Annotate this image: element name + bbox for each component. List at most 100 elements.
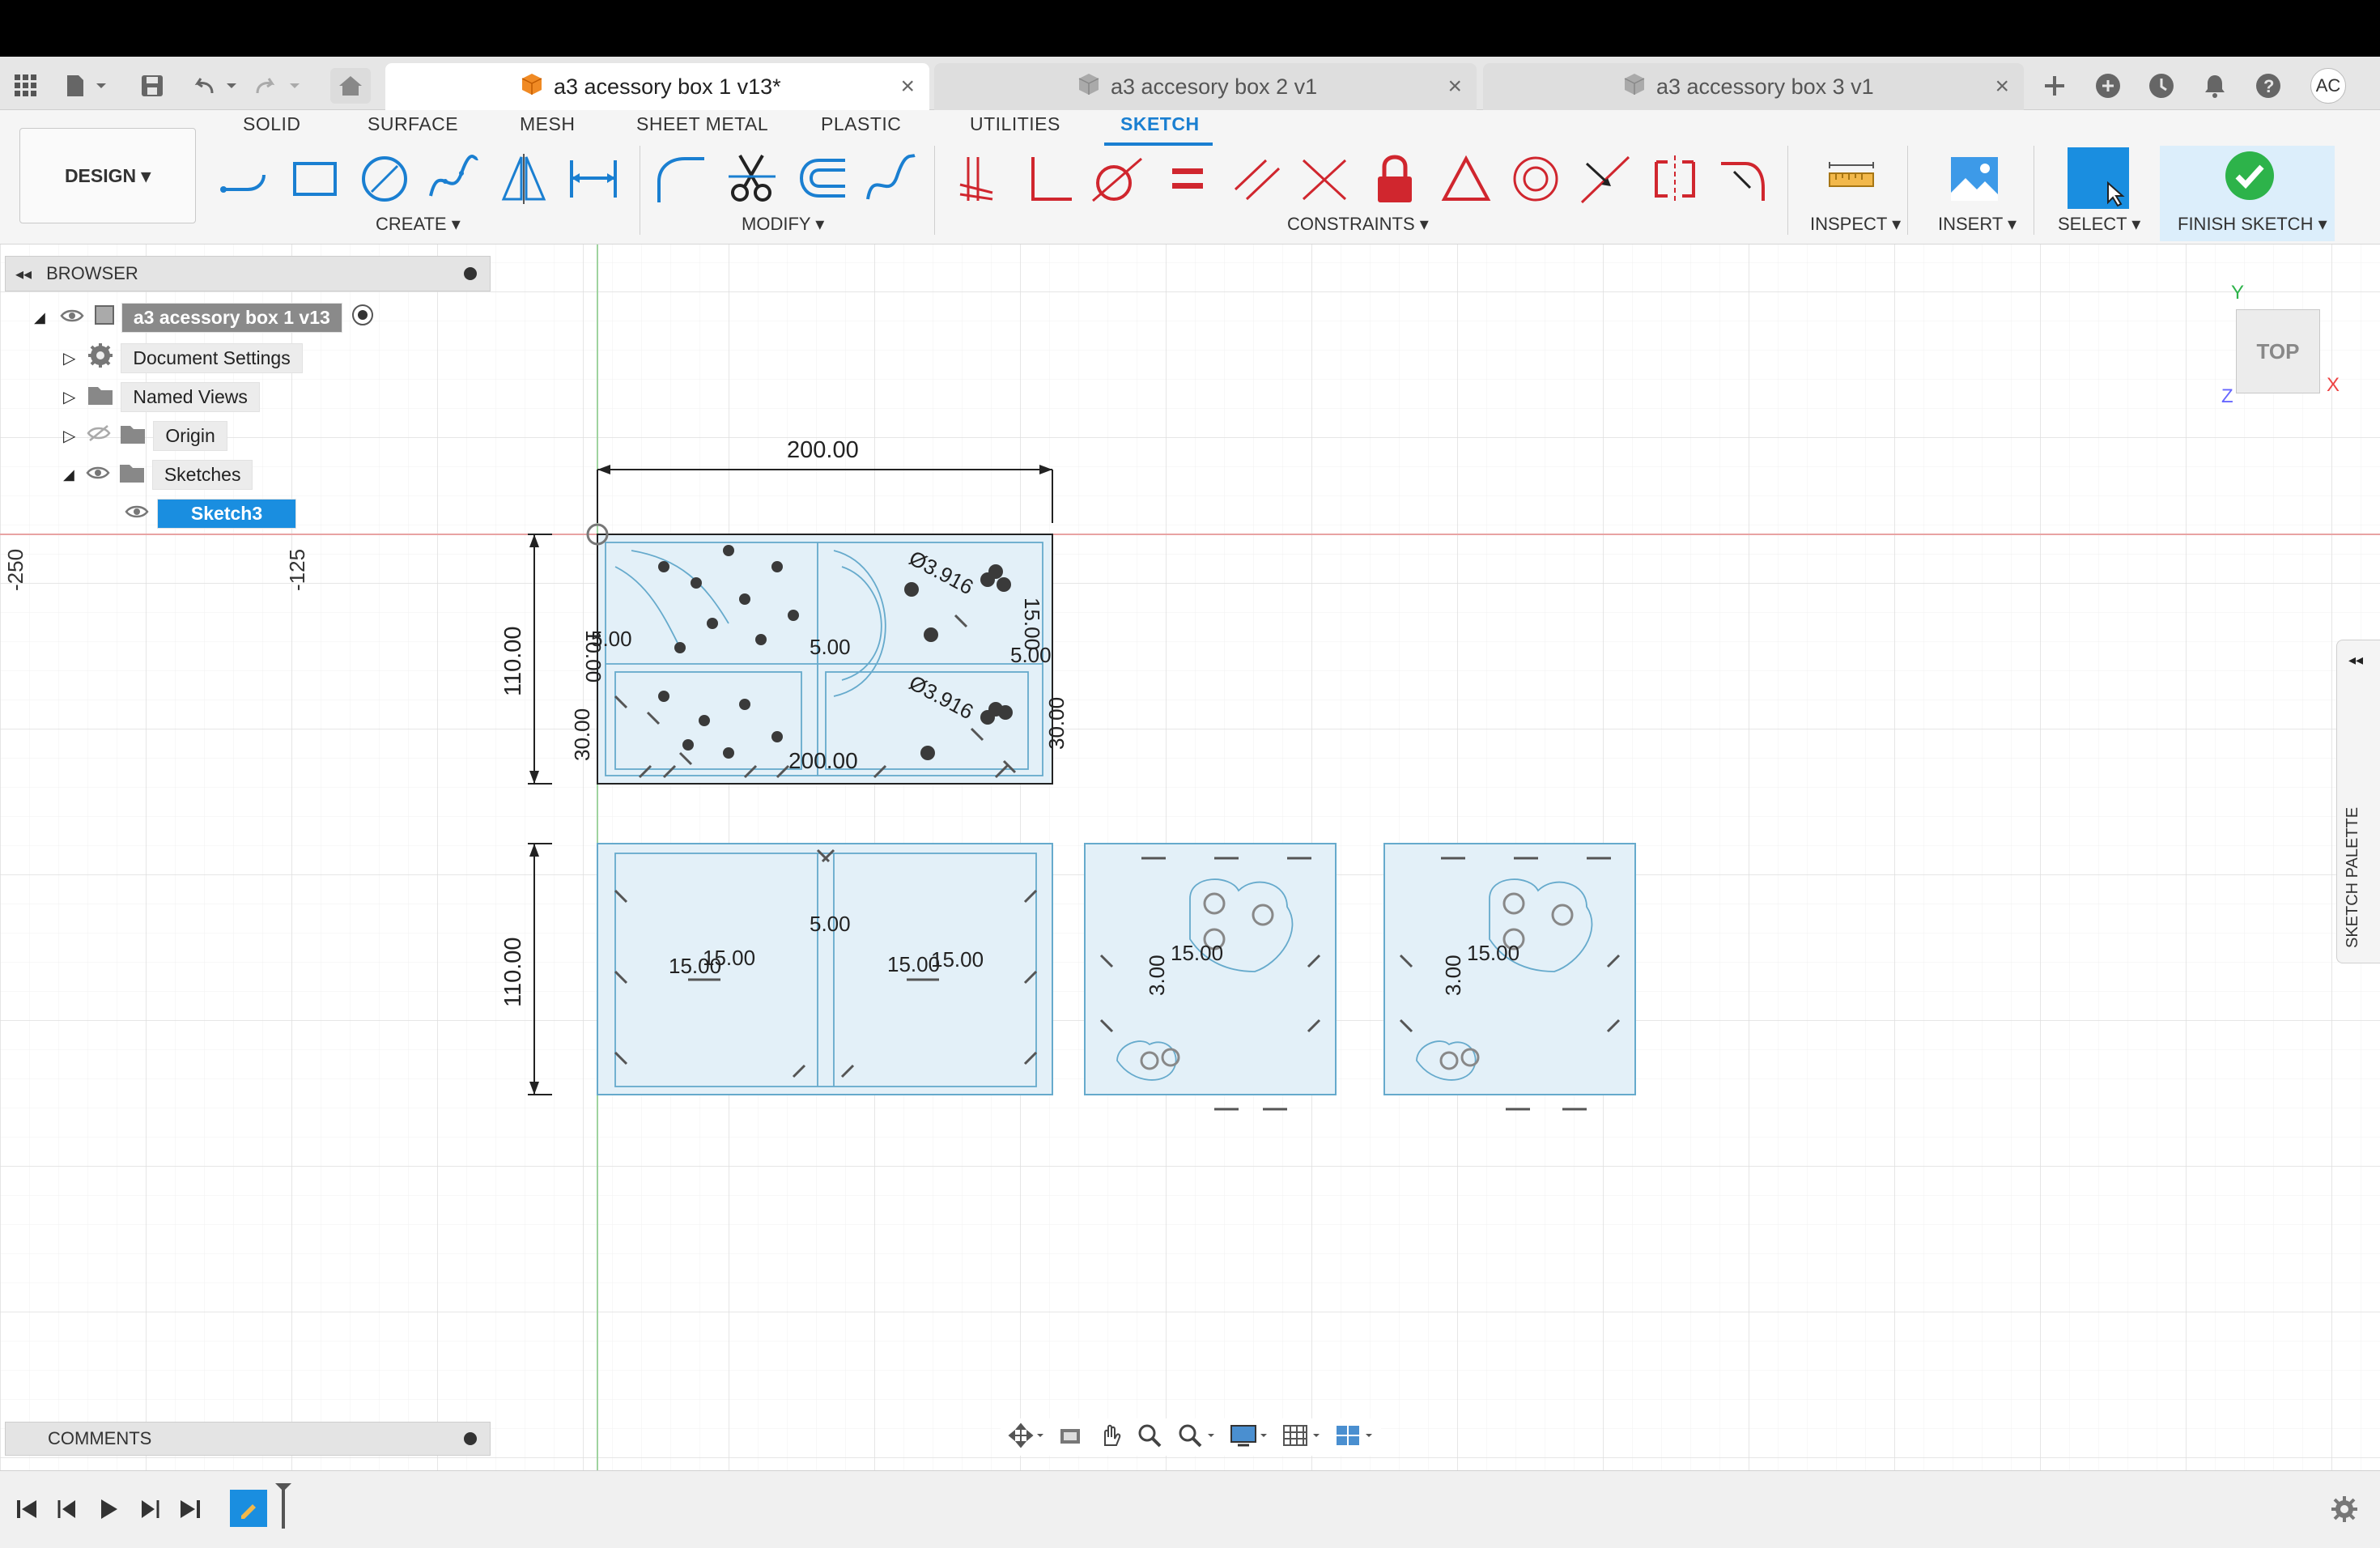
- dim-3[interactable]: 3.00: [1441, 955, 1466, 996]
- eye-icon[interactable]: [60, 307, 84, 329]
- tab-sketch[interactable]: SKETCH: [1120, 113, 1200, 135]
- user-avatar[interactable]: AC: [2310, 68, 2346, 104]
- comments-panel[interactable]: COMMENTS: [5, 1422, 491, 1456]
- step-back-icon[interactable]: [53, 1495, 83, 1524]
- trim-tool-icon[interactable]: [725, 152, 779, 206]
- circle-tool-icon[interactable]: [358, 152, 411, 206]
- tab-mesh[interactable]: MESH: [520, 113, 575, 135]
- step-forward-icon[interactable]: [134, 1495, 164, 1524]
- close-icon[interactable]: ×: [900, 73, 915, 100]
- notifications-icon[interactable]: [2199, 68, 2231, 104]
- select-group-label[interactable]: SELECT ▾: [2058, 214, 2140, 235]
- curvature-constraint-icon[interactable]: [1718, 152, 1771, 206]
- workspace-switcher[interactable]: DESIGN ▾: [19, 128, 196, 223]
- tab-solid[interactable]: SOLID: [243, 113, 301, 135]
- tab-box-1[interactable]: a3 acessory box 1 v13* ×: [385, 63, 929, 110]
- collapse-icon[interactable]: ◂◂: [15, 264, 32, 284]
- dim-3[interactable]: 3.00: [1145, 955, 1170, 996]
- midpoint-constraint-icon[interactable]: [1579, 152, 1632, 206]
- triangle-constraint-icon[interactable]: [1439, 152, 1493, 206]
- curve-tool-icon[interactable]: [865, 152, 918, 206]
- root-component-label[interactable]: a3 acessory box 1 v13: [121, 302, 342, 333]
- file-menu-icon[interactable]: [62, 68, 112, 104]
- insert-image-icon[interactable]: [1948, 152, 2001, 206]
- zoom-icon[interactable]: [1137, 1423, 1162, 1452]
- orbit-icon[interactable]: [1008, 1422, 1043, 1452]
- line-tool-icon[interactable]: [219, 152, 272, 206]
- browser-item-named-views[interactable]: ▷ Named Views: [63, 381, 260, 413]
- dim-15[interactable]: 15.00: [1171, 941, 1223, 966]
- dim-15[interactable]: 15.00: [703, 946, 755, 971]
- select-icon[interactable]: [2068, 147, 2129, 209]
- dim-5[interactable]: 5.00: [810, 635, 851, 660]
- collapse-arrow-icon[interactable]: ◢: [63, 466, 74, 483]
- job-status-icon[interactable]: [2145, 68, 2178, 104]
- display-settings-icon[interactable]: [1230, 1423, 1269, 1452]
- timeline-marker-icon[interactable]: [272, 1483, 295, 1529]
- dim-height-bottom[interactable]: 110.00: [500, 937, 527, 1007]
- tab-plastic[interactable]: PLASTIC: [821, 113, 901, 135]
- timeline-settings-gear-icon[interactable]: [2330, 1495, 2359, 1524]
- pin-icon[interactable]: [464, 267, 477, 280]
- expand-arrow-icon[interactable]: ▷: [63, 387, 75, 407]
- eye-hidden-icon[interactable]: [87, 424, 111, 447]
- app-grid-icon[interactable]: [10, 68, 42, 104]
- sketch-palette-tab[interactable]: ◂◂ SKETCH PALETTE: [2336, 640, 2380, 963]
- eye-icon[interactable]: [125, 503, 149, 525]
- expand-arrow-icon[interactable]: ▷: [63, 348, 75, 368]
- viewports-icon[interactable]: [1335, 1423, 1374, 1452]
- browser-item-origin[interactable]: ▷ Origin: [63, 419, 227, 452]
- symmetry-constraint-icon[interactable]: [1648, 152, 1702, 206]
- timeline-sketch-feature-icon[interactable]: [230, 1490, 267, 1527]
- constraints-group-label[interactable]: CONSTRAINTS ▾: [1287, 214, 1429, 235]
- perpendicular-constraint-icon[interactable]: [1022, 152, 1075, 206]
- finish-sketch-label[interactable]: FINISH SKETCH ▾: [2178, 214, 2327, 235]
- expand-palette-icon[interactable]: ◂◂: [2348, 652, 2363, 669]
- expand-arrow-icon[interactable]: ▷: [63, 426, 75, 446]
- close-icon[interactable]: ×: [1447, 73, 1462, 100]
- create-group-label[interactable]: CREATE ▾: [376, 214, 461, 235]
- help-icon[interactable]: ?: [2252, 68, 2284, 104]
- extensions-icon[interactable]: [2092, 68, 2124, 104]
- eye-icon[interactable]: [86, 464, 110, 486]
- dim-5[interactable]: 5.00: [810, 912, 851, 937]
- collapse-arrow-icon[interactable]: ◢: [34, 309, 45, 326]
- dim-15[interactable]: 15.00: [1019, 598, 1044, 650]
- rectangle-tool-icon[interactable]: [288, 152, 342, 206]
- dim-height-top[interactable]: 110.00: [500, 626, 527, 696]
- spline-tool-icon[interactable]: [427, 152, 481, 206]
- tab-box-2[interactable]: a3 accesory box 2 v1 ×: [934, 63, 1477, 110]
- zoom-window-icon[interactable]: [1177, 1423, 1216, 1452]
- equal-constraint-icon[interactable]: [1161, 152, 1214, 206]
- grid-settings-icon[interactable]: [1282, 1423, 1321, 1452]
- dim-30[interactable]: 30.00: [570, 708, 595, 761]
- new-tab-icon[interactable]: [2038, 68, 2071, 104]
- play-icon[interactable]: [94, 1495, 123, 1524]
- dim-30[interactable]: 30.00: [1044, 697, 1069, 750]
- go-to-start-icon[interactable]: [13, 1495, 42, 1524]
- finish-sketch-icon[interactable]: [2223, 149, 2276, 202]
- pan-icon[interactable]: [1097, 1423, 1123, 1452]
- insert-group-label[interactable]: INSERT ▾: [1938, 214, 2017, 235]
- design-canvas[interactable]: [0, 245, 2380, 1470]
- dim-15[interactable]: 15.00: [931, 947, 984, 972]
- go-to-end-icon[interactable]: [175, 1495, 204, 1524]
- undo-icon[interactable]: [189, 68, 241, 104]
- dim-15[interactable]: 15.00: [1467, 941, 1519, 966]
- radio-active-icon[interactable]: [351, 303, 375, 332]
- browser-item-sketch3[interactable]: Sketch3: [125, 497, 296, 529]
- lock-constraint-icon[interactable]: [1368, 152, 1422, 206]
- tab-surface[interactable]: SURFACE: [368, 113, 458, 135]
- inspect-group-label[interactable]: INSPECT ▾: [1810, 214, 1901, 235]
- home-icon[interactable]: [330, 68, 371, 104]
- dim-10[interactable]: 10.00: [580, 630, 606, 683]
- redo-icon[interactable]: [253, 68, 304, 104]
- dim-width-top[interactable]: 200.00: [787, 437, 859, 464]
- view-cube[interactable]: TOP: [2236, 309, 2320, 393]
- dim-width-inner[interactable]: 200.00: [788, 748, 858, 774]
- measure-icon[interactable]: [1825, 152, 1878, 206]
- tab-sheet-metal[interactable]: SHEET METAL: [636, 113, 768, 135]
- modify-group-label[interactable]: MODIFY ▾: [742, 214, 824, 235]
- add-comment-icon[interactable]: [464, 1432, 477, 1445]
- browser-item-sketches[interactable]: ◢ Sketches: [63, 458, 253, 491]
